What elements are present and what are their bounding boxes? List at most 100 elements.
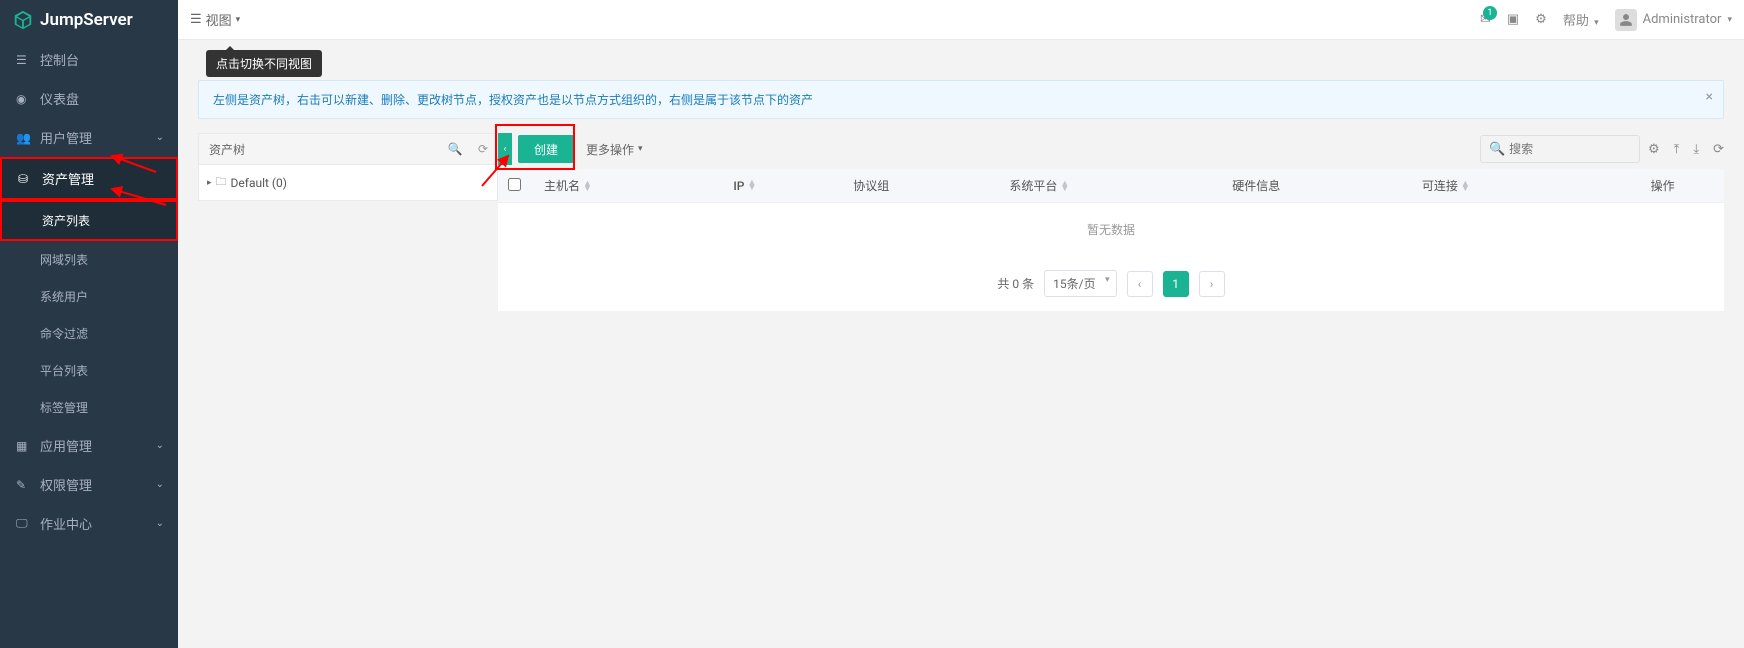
logo[interactable]: JumpServer (0, 0, 178, 40)
col-label: 可连接 (1422, 179, 1458, 193)
col-label: 硬件信息 (1232, 179, 1280, 193)
tree-title: 资产树 (199, 141, 441, 158)
next-page-button[interactable]: › (1199, 271, 1225, 297)
nav-label: 平台列表 (40, 362, 88, 379)
page-size-select[interactable]: 15条/页 (1044, 270, 1116, 297)
col-connectable[interactable]: 可连接▲▼ (1412, 169, 1601, 203)
create-label: 创建 (534, 141, 558, 158)
search-icon: 🔍 (1489, 142, 1505, 157)
brand-name: JumpServer (40, 10, 133, 30)
dashboard-icon: ◉ (16, 92, 30, 106)
col-ip[interactable]: IP▲▼ (723, 169, 843, 203)
user-menu[interactable]: Administrator ▾ (1615, 9, 1732, 31)
sort-icon: ▲▼ (583, 182, 592, 192)
user-name: Administrator (1643, 12, 1722, 27)
monitor-icon: 🖵 (16, 516, 30, 531)
sidebar-dashboard[interactable]: ◉ 仪表盘 (0, 79, 178, 118)
sidebar: JumpServer ☰ 控制台 ◉ 仪表盘 👥 用户管理 ⌄ ⛁ 资产管理 资… (0, 0, 178, 648)
more-operations[interactable]: 更多操作 ▾ (580, 141, 649, 158)
col-protocol: 协议组 (843, 169, 999, 203)
users-icon: 👥 (16, 131, 30, 145)
nav-label: 资产列表 (42, 212, 90, 229)
select-all-checkbox[interactable] (508, 178, 521, 191)
chevron-down-icon: ⌄ (156, 518, 164, 529)
more-ops-label: 更多操作 (586, 141, 634, 158)
sort-icon: ▲▼ (1060, 182, 1069, 192)
sidebar-asset-mgmt[interactable]: ⛁ 资产管理 (0, 157, 178, 200)
gear-icon[interactable]: ⚙ (1648, 142, 1660, 157)
sidebar-asset-list[interactable]: 资产列表 (0, 200, 178, 241)
action-bar: ‹ 创建 更多操作 ▾ (498, 133, 649, 165)
list-icon: ☰ (190, 12, 202, 27)
view-tooltip: 点击切换不同视图 (206, 50, 322, 77)
view-toggle[interactable]: ☰ 视图 ▾ (190, 10, 240, 29)
nav-label: 系统用户 (40, 288, 88, 305)
nav-label: 仪表盘 (40, 89, 79, 108)
chevron-down-icon: ⌄ (156, 132, 164, 143)
col-label: 操作 (1651, 179, 1675, 193)
collapse-tree-button[interactable]: ‹ (498, 133, 512, 165)
avatar (1615, 9, 1637, 31)
close-icon[interactable]: × (1706, 89, 1713, 105)
col-ops: 操作 (1601, 169, 1724, 203)
nav-label: 应用管理 (40, 436, 92, 455)
help-menu[interactable]: 帮助 ▾ (1563, 10, 1599, 29)
refresh-icon[interactable]: ⟳ (1713, 142, 1724, 157)
sidebar-platform-list[interactable]: 平台列表 (0, 352, 178, 389)
edit-icon: ✎ (16, 478, 30, 492)
nav-label: 权限管理 (40, 475, 92, 494)
logo-icon (12, 9, 34, 31)
col-hostname[interactable]: 主机名▲▼ (534, 169, 723, 203)
nav-label: 用户管理 (40, 128, 92, 147)
page-size-label: 15条/页 (1053, 277, 1095, 291)
tree-root-node[interactable]: ▸ 🗀 Default (0) (207, 171, 489, 194)
search-icon[interactable]: 🔍 (441, 142, 469, 156)
sort-icon: ▲▼ (747, 181, 756, 191)
col-label: 主机名 (544, 179, 580, 193)
sidebar-perm-mgmt[interactable]: ✎ 权限管理 ⌄ (0, 465, 178, 504)
page-number-button[interactable]: 1 (1163, 271, 1189, 297)
chevron-down-icon: ⌄ (156, 479, 164, 490)
nav-label: 作业中心 (40, 514, 92, 533)
create-button[interactable]: 创建 (518, 135, 574, 163)
upload-icon[interactable]: ⤒ (1674, 142, 1680, 157)
sidebar-user-mgmt[interactable]: 👥 用户管理 ⌄ (0, 118, 178, 157)
caret-right-icon: ▸ (207, 178, 212, 188)
help-label: 帮助 (1563, 14, 1589, 29)
main-content: 左侧是资产树，右击可以新建、删除、更改树节点，授权资产也是以节点方式组织的，右侧… (178, 40, 1744, 648)
asset-table: 主机名▲▼ IP▲▼ 协议组 系统平台▲▼ 硬件信息 可连接▲▼ 操作 暂无数据 (498, 169, 1724, 256)
sidebar-console[interactable]: ☰ 控制台 (0, 40, 178, 79)
folder-icon: 🗀 (216, 173, 227, 192)
chevron-down-icon: ▾ (1594, 18, 1599, 28)
tree-header: 资产树 🔍 ⟳ (198, 133, 498, 165)
database-icon: ⛁ (18, 172, 32, 186)
mail-icon[interactable]: ✉ 1 (1480, 12, 1491, 27)
pagination: 共 0 条 15条/页 ‹ 1 › (498, 256, 1724, 311)
chevron-down-icon: ▾ (1727, 15, 1732, 25)
nav-label: 命令过滤 (40, 325, 88, 342)
refresh-icon[interactable]: ⟳ (469, 142, 497, 156)
page-number: 1 (1172, 277, 1179, 291)
search-input[interactable] (1509, 142, 1664, 156)
sidebar-label-mgmt[interactable]: 标签管理 (0, 389, 178, 426)
user-icon (1619, 13, 1633, 27)
col-platform[interactable]: 系统平台▲▼ (999, 169, 1222, 203)
asset-tree-panel: 资产树 🔍 ⟳ ▸ 🗀 Default (0) (198, 133, 498, 201)
search-input-wrapper[interactable]: 🔍 (1480, 135, 1640, 163)
col-hardware: 硬件信息 (1222, 169, 1412, 203)
sidebar-app-mgmt[interactable]: ▦ 应用管理 ⌄ (0, 426, 178, 465)
sidebar-cmd-filter[interactable]: 命令过滤 (0, 315, 178, 352)
sidebar-domain-list[interactable]: 网域列表 (0, 241, 178, 278)
sidebar-ops-center[interactable]: 🖵 作业中心 ⌄ (0, 504, 178, 543)
nav-label: 标签管理 (40, 399, 88, 416)
sidebar-system-user[interactable]: 系统用户 (0, 278, 178, 315)
prev-page-button[interactable]: ‹ (1127, 271, 1153, 297)
col-label: 系统平台 (1009, 179, 1057, 193)
download-icon[interactable]: ⤓ (1693, 142, 1699, 157)
chevron-down-icon: ▾ (638, 144, 643, 154)
total-label: 共 0 条 (997, 275, 1034, 292)
terminal-icon[interactable]: ▣ (1507, 12, 1519, 27)
gear-icon[interactable]: ⚙ (1535, 12, 1547, 27)
nav-label: 资产管理 (42, 169, 94, 188)
tree-body: ▸ 🗀 Default (0) (198, 165, 498, 201)
